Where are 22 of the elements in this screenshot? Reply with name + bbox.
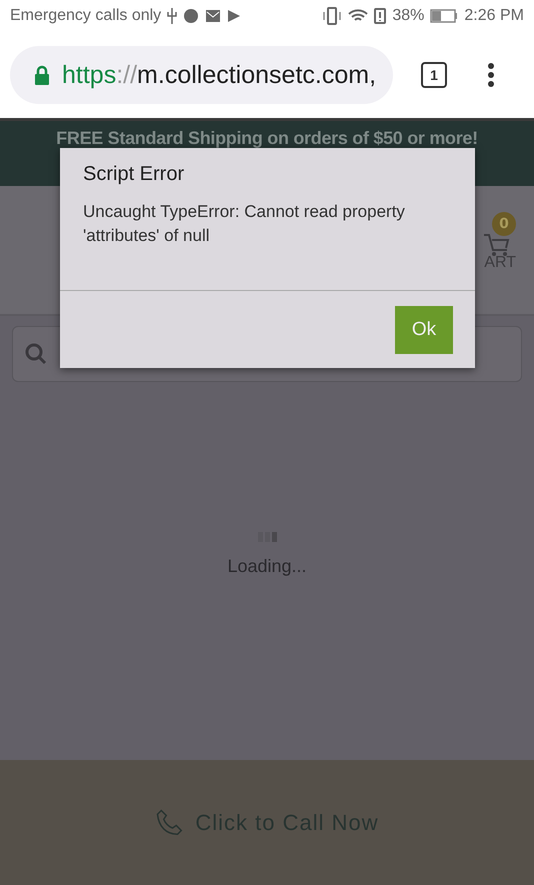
- app-icon: [183, 8, 200, 24]
- lock-icon: [34, 65, 50, 85]
- play-icon: [227, 9, 242, 23]
- status-time: 2:26 PM: [464, 7, 524, 25]
- sim-alert-icon: [374, 8, 386, 24]
- url-text: https://m.collectionsetc.com,: [62, 60, 376, 90]
- address-bar[interactable]: https://m.collectionsetc.com,: [10, 46, 393, 104]
- tab-count-button[interactable]: 1: [421, 62, 447, 88]
- battery-icon: [430, 9, 458, 23]
- dialog-title: Script Error: [82, 162, 186, 186]
- cart-count-badge: 0: [492, 212, 516, 236]
- vibrate-icon: [322, 7, 342, 25]
- search-icon: [25, 343, 47, 365]
- mail-icon: [205, 9, 222, 23]
- dialog-message: Uncaught TypeError: Cannot read property 'attributes' of null: [82, 201, 406, 247]
- battery-percent: 38%: [392, 7, 424, 25]
- loading-spinner: [258, 532, 276, 542]
- ok-button[interactable]: Ok: [395, 306, 453, 354]
- loading-text: Loading...: [227, 556, 307, 577]
- shipping-promo-text: FREE Standard Shipping on orders of $50 or more!: [56, 128, 478, 149]
- menu-icon[interactable]: [487, 62, 495, 88]
- status-text: Emergency calls only: [10, 7, 162, 25]
